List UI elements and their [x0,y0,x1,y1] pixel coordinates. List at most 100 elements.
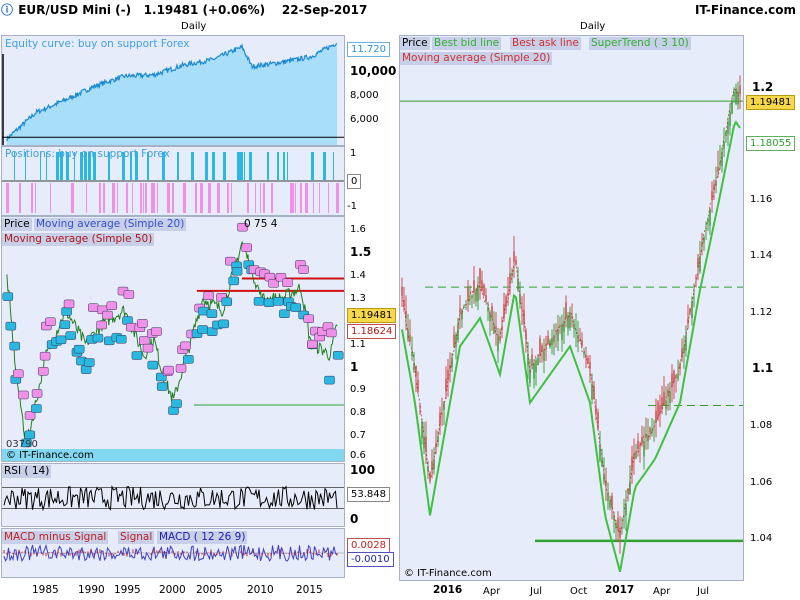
brand-name: IT-Finance.com [694,3,796,17]
right-x-tick: Apr [483,586,501,597]
position-short-bar [172,183,174,213]
buy-signal-marker [290,303,302,312]
position-short-bar [227,183,229,213]
candle-body [593,385,595,399]
position-short-bar [71,183,74,213]
positions-panel[interactable]: Positions: buy on support Forex [1,146,345,216]
sell-signal-marker [139,336,150,345]
position-short-bar [319,183,320,213]
right-x-tick: Jul [697,586,710,597]
position-short-bar [263,183,265,213]
buy-signal-marker [92,333,104,343]
sell-signal-marker [13,369,24,379]
buy-signal-marker [253,297,265,306]
sell-signal-marker [137,319,148,328]
rsi-panel[interactable]: RSI ( 14) [1,463,345,527]
buy-signal-marker [55,335,67,345]
candle-body [673,370,675,383]
position-short-bar [143,183,144,213]
candle-body [495,326,497,330]
candle-body [551,337,553,346]
equity-tick: 8,000 [350,90,379,101]
candle-body [439,412,441,426]
candle-body [523,309,525,324]
position-short-bar [157,183,158,213]
left-bottom-text: 03790 [6,439,38,450]
r-price-tick: 1.14 [750,250,773,261]
price-tick: 0.8 [350,407,366,418]
buy-signal-marker [221,297,233,307]
price-label: Price [2,218,32,231]
macd-signal-tag: -0.0010 [347,552,394,567]
position-short-bar [19,183,21,213]
right-x-tick: Oct [570,586,588,597]
sell-signal-marker [102,310,113,320]
position-short-bar [200,183,203,213]
rsi-line [3,484,338,512]
candle-body [539,338,541,355]
position-short-bar [154,183,155,213]
price-value-tag: 1.19481 [347,308,397,323]
r-price-tick: 1.08 [750,420,773,431]
position-long-bar [177,152,179,180]
buy-signal-marker [2,292,14,301]
candle-body [521,308,523,310]
sell-signal-marker [96,320,107,330]
sell-signal-marker [63,299,75,309]
position-short-bar [336,183,339,213]
position-long-bar [333,152,334,180]
signal-label: Signal [118,531,155,544]
long-price-panel[interactable]: Price Moving average (Simple 20) 0 75 4 … [1,216,345,462]
buy-signal-marker [183,355,194,364]
position-short-bar [195,183,197,213]
left-x-tick: 1995 [114,584,141,596]
daily-price-chart [400,75,743,573]
candle-body [471,295,473,299]
price-extra-label: 0 75 4 [244,218,278,230]
buy-signal-marker [272,297,284,306]
info-icon[interactable]: ⓘ [0,0,14,20]
sell-signal-marker [282,278,293,287]
position-short-bar [185,183,186,213]
candle-body [477,287,479,302]
ma50-label: Moving average (Simple 50) [2,233,155,246]
candle-body [629,481,631,495]
symbol-name: EUR/USD Mini (-) [18,3,132,17]
position-long-bar [240,152,243,180]
price-tick: 1 [350,360,359,374]
bid-label: Best bid line [432,37,502,50]
position-short-bar [295,183,296,213]
equity-tick: 10,000 [350,64,397,78]
macd-panel[interactable]: MACD minus Signal Signal MACD ( 12 26 9) [1,528,345,578]
candle-body [609,500,611,508]
position-short-bar [31,183,33,213]
sell-signal-marker [37,367,49,376]
buy-signal-marker [171,399,182,408]
candle-body [503,304,505,319]
sell-signal-marker [88,303,99,312]
buy-signal-marker [24,430,36,440]
daily-price-panel[interactable]: Price Best bid line Best ask line SuperT… [399,35,744,581]
position-short-bar [35,183,36,213]
candle-body [669,391,671,404]
candle-body [417,380,419,392]
left-copyright: © IT-Finance.com [6,450,94,461]
equity-value-tag: 11.720 [347,42,390,57]
candle-body [469,298,471,300]
equity-panel[interactable]: Equity curve: buy on support Forex [1,35,345,146]
candle-body [493,323,495,334]
macd-label: MACD ( 12 26 9) [157,531,248,544]
candle-body [467,286,469,302]
right-x-tick: 2016 [433,584,463,596]
r-ma20-label: Moving average (Simple 20) [400,52,553,65]
candle-body [475,289,477,302]
candle-body [617,518,619,531]
buy-signal-marker [83,358,95,367]
buy-signal-marker [61,307,72,316]
buy-signal-marker [228,276,239,286]
macd-value-tag: 0.0028 [347,538,390,553]
candle-body [543,349,545,361]
candle-body [611,495,613,508]
buy-signal-marker [332,351,344,360]
r-price-label: Price [400,37,430,50]
